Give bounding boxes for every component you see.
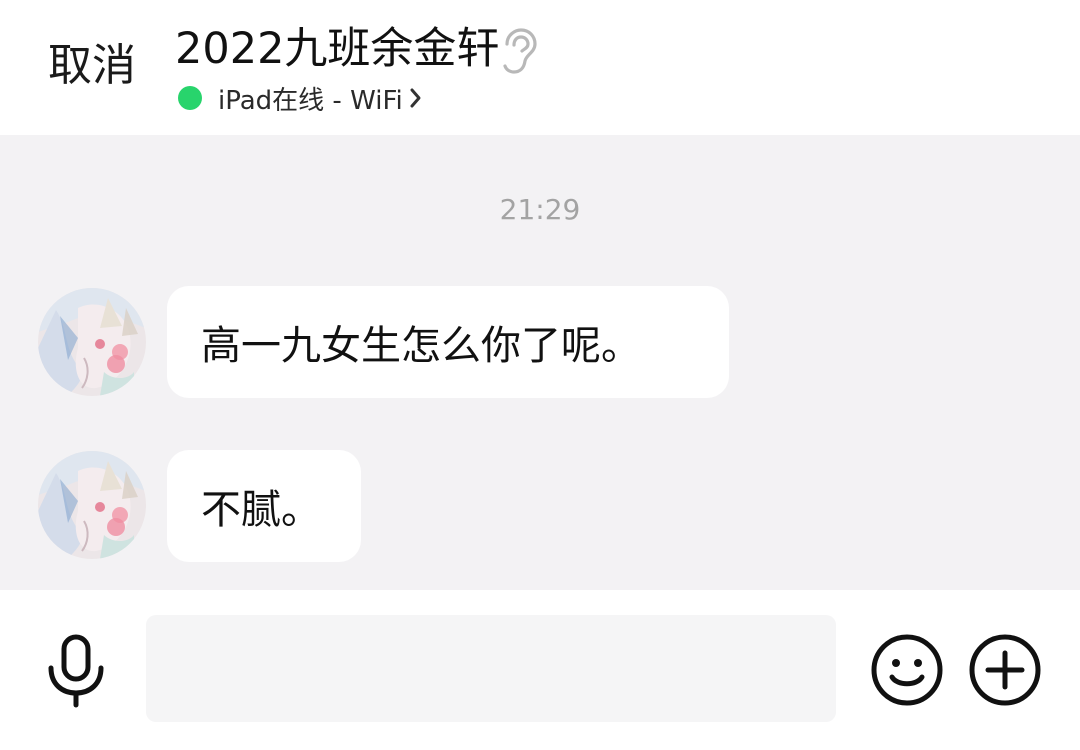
microphone-icon[interactable] [44,634,108,708]
message-bubble[interactable]: 高一九女生怎么你了呢。 [167,286,729,398]
contact-avatar[interactable] [38,451,146,559]
message-list[interactable]: 21:29 高一九女生怎么你了呢。 不腻。 [0,135,1080,590]
online-status-dot [178,86,202,110]
input-bar [0,590,1080,750]
message-input[interactable] [146,615,836,722]
smiley-face-icon[interactable] [870,633,944,707]
contact-avatar[interactable] [38,288,146,396]
cancel-button[interactable]: 取消 [48,38,136,94]
message-timestamp: 21:29 [499,193,581,226]
chat-title[interactable]: 2022九班余金轩 [175,20,499,78]
online-status[interactable]: iPad在线 - WiFi [178,78,423,118]
message-bubble[interactable]: 不腻。 [167,450,361,562]
chevron-right-icon [410,88,421,108]
plus-circle-icon[interactable] [968,633,1042,707]
online-status-text: iPad在线 - WiFi [218,85,403,116]
ear-icon[interactable] [500,28,538,74]
chat-header: 取消 2022九班余金轩 iPad在线 - WiFi [0,0,1080,135]
